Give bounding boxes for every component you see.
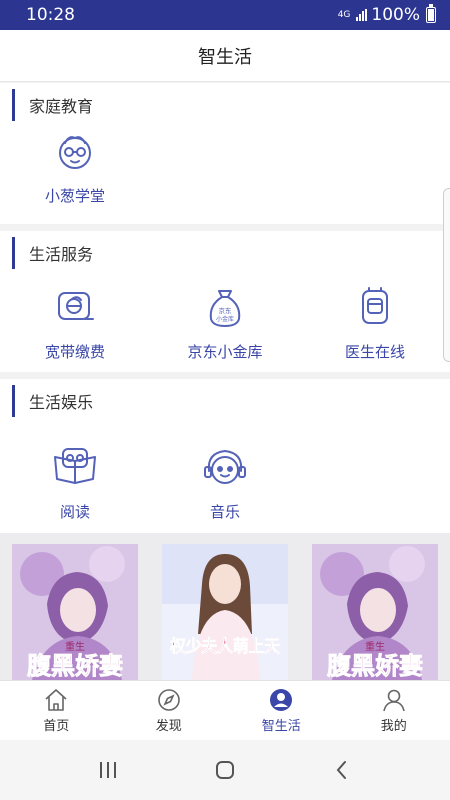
book-title: 权少夫人萌上天 xyxy=(169,636,281,657)
service-label: 医生在线 xyxy=(344,343,405,361)
header: 智生活 xyxy=(0,30,450,82)
section-accent-bar xyxy=(12,237,15,269)
book-title: 腹黑娇妻 xyxy=(27,651,123,680)
bottom-nav: 首页 发现 智生活 我的 xyxy=(0,680,450,740)
nav-discover[interactable]: 发现 xyxy=(113,681,226,740)
nav-label: 我的 xyxy=(380,719,407,734)
section-title: 生活娱乐 xyxy=(29,393,94,412)
music-icon xyxy=(204,449,246,484)
status-bar: 10:28 4G 100% xyxy=(0,0,450,30)
home-button-icon[interactable] xyxy=(210,755,240,785)
book-cover[interactable]: 重生 腹黑娇妻 xyxy=(312,544,438,680)
signal-icon xyxy=(356,9,368,21)
person-icon xyxy=(382,689,405,712)
doctor-icon xyxy=(362,287,388,324)
money-bag-text-bottom: 小金库 xyxy=(216,315,234,323)
service-jd-vault[interactable]: 京东 小金库 京东小金库 xyxy=(150,283,300,362)
service-broadband-payment[interactable]: 宽带缴费 xyxy=(0,283,150,362)
service-label: 京东小金库 xyxy=(187,343,263,361)
section-family-education: 家庭教育 小葱学堂 xyxy=(0,83,450,224)
section-accent-bar xyxy=(12,385,15,417)
service-xiaocong-classroom[interactable]: 小葱学堂 xyxy=(0,127,150,206)
service-music[interactable]: 音乐 xyxy=(150,443,300,522)
reading-icon xyxy=(54,448,96,484)
nav-home[interactable]: 首页 xyxy=(0,681,113,740)
home-icon xyxy=(45,689,67,711)
service-grid: 宽带缴费 京东 小金库 京东小金库 医生在线 xyxy=(0,283,450,362)
smart-life-icon xyxy=(270,689,293,711)
section-title: 家庭教育 xyxy=(29,97,94,116)
page-title: 智生活 xyxy=(198,46,252,68)
book-cover[interactable]: 权少夫人萌上天 xyxy=(162,544,288,680)
recent-apps-icon[interactable] xyxy=(93,755,123,785)
service-reading[interactable]: 阅读 xyxy=(0,443,150,522)
nav-label: 发现 xyxy=(155,719,182,734)
service-grid: 小葱学堂 xyxy=(0,127,450,206)
money-bag-icon: 京东 小金库 xyxy=(209,290,241,327)
service-label: 宽带缴费 xyxy=(44,343,105,361)
section-header: 家庭教育 xyxy=(0,83,450,127)
service-doctor-online[interactable]: 医生在线 xyxy=(300,283,450,362)
back-icon[interactable] xyxy=(327,755,357,785)
section-header: 生活服务 xyxy=(0,231,450,275)
edge-scroll-handle[interactable] xyxy=(443,188,450,362)
section-entertainment: 生活娱乐 阅读 音乐 xyxy=(0,379,450,533)
system-nav-bar xyxy=(0,740,450,800)
book-cover[interactable]: 重生 腹黑娇妻 xyxy=(12,544,138,680)
status-indicators: 4G 100% xyxy=(337,4,436,25)
nav-smart-life[interactable]: 智生活 xyxy=(225,681,338,740)
nav-label: 首页 xyxy=(43,719,70,734)
network-type: 4G xyxy=(337,9,351,20)
section-life-services: 生活服务 宽带缴费 京东 小金库 京东小金库 医生在线 xyxy=(0,231,450,372)
service-label: 小葱学堂 xyxy=(44,187,105,205)
battery-charging-icon xyxy=(426,4,436,23)
compass-icon xyxy=(157,689,180,711)
service-label: 阅读 xyxy=(59,503,90,521)
service-label: 音乐 xyxy=(209,503,240,521)
service-grid: 阅读 音乐 xyxy=(0,443,450,522)
status-time: 10:28 xyxy=(26,5,75,25)
money-bag-text-top: 京东 xyxy=(219,306,233,315)
book-banner: 重生 腹黑娇妻 权少夫人萌上天 重生 腹黑娇妻 xyxy=(0,533,450,680)
section-title: 生活服务 xyxy=(29,245,94,264)
battery-percent: 100% xyxy=(371,5,420,25)
nav-mine[interactable]: 我的 xyxy=(338,681,450,740)
book-title: 腹黑娇妻 xyxy=(327,651,423,680)
broadband-icon xyxy=(58,292,94,320)
child-face-icon xyxy=(59,136,91,169)
section-header: 生活娱乐 xyxy=(0,379,450,423)
section-accent-bar xyxy=(12,89,15,121)
nav-label: 智生活 xyxy=(261,719,301,734)
